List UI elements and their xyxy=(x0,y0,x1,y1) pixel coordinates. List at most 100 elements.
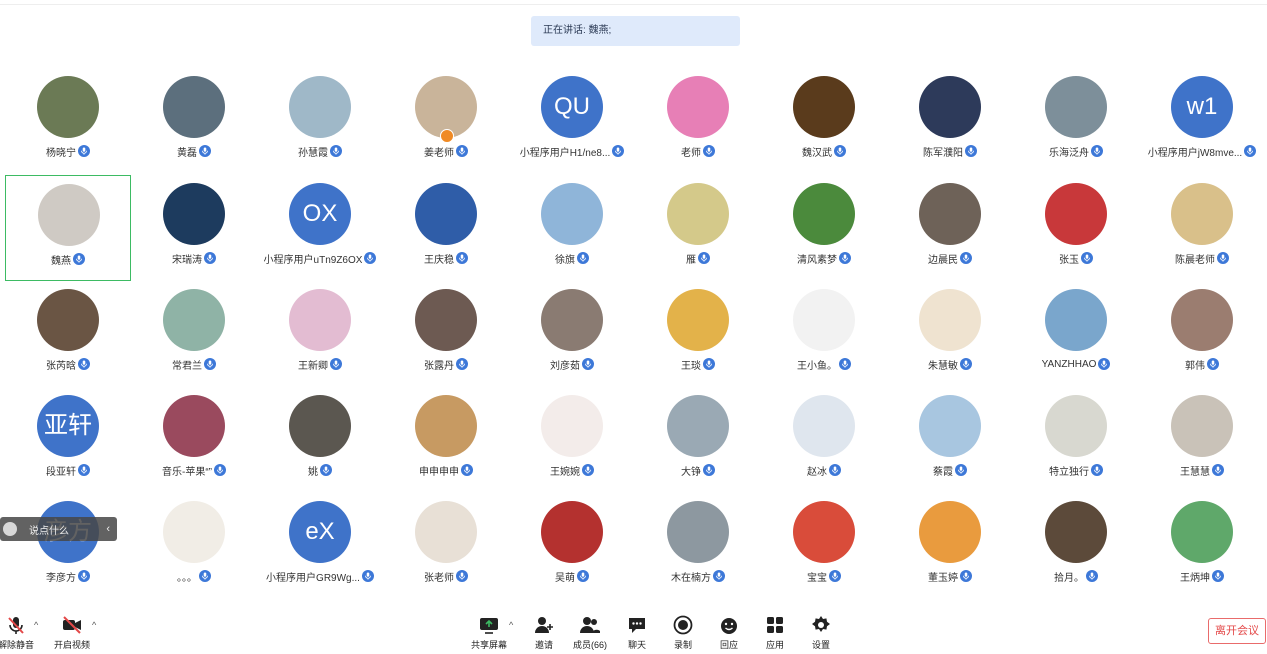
members-button[interactable]: 成员(66) xyxy=(568,614,612,654)
chevron-left-icon[interactable]: ‹ xyxy=(106,523,110,535)
participant-tile[interactable]: 王炳坤 xyxy=(1139,493,1265,599)
settings-button[interactable]: 设置 xyxy=(799,614,843,654)
unmute-button[interactable]: 解除静音 xyxy=(0,614,38,654)
mic-icon xyxy=(703,358,715,370)
participant-tile[interactable]: 宋瑞涛 xyxy=(131,175,257,281)
participant-tile[interactable]: 常君兰 xyxy=(131,281,257,387)
avatar xyxy=(919,289,981,351)
participant-name-row: 申申申申 xyxy=(383,462,509,478)
participant-tile[interactable]: 刘彦茹 xyxy=(509,281,635,387)
participant-tile[interactable]: 姚 xyxy=(257,387,383,493)
avatar xyxy=(1045,76,1107,138)
chat-button[interactable]: 聊天 xyxy=(615,614,659,654)
participant-tile[interactable]: 朱慧敏 xyxy=(887,281,1013,387)
participant-tile[interactable]: 木在楠方 xyxy=(635,493,761,599)
mic-icon xyxy=(361,570,374,582)
participant-name: 蔡霞 xyxy=(933,466,953,478)
avatar xyxy=(415,289,477,351)
participant-tile[interactable]: eX 小程序用户GR9Wg... xyxy=(257,493,383,599)
participant-tile[interactable]: 王小鱼。 xyxy=(761,281,887,387)
participant-tile[interactable]: 王慧慧 xyxy=(1139,387,1265,493)
participant-tile[interactable]: 姜老师 xyxy=(383,68,509,174)
reaction-button[interactable]: 回应 xyxy=(707,614,751,654)
avatar xyxy=(919,76,981,138)
participant-tile[interactable]: 王琰 xyxy=(635,281,761,387)
participant-tile[interactable]: 老师 xyxy=(635,68,761,174)
participant-name: 孙慧霞 xyxy=(298,147,328,159)
participant-tile[interactable]: OX 小程序用户uTn9Z6OX xyxy=(257,175,383,281)
participant-name-row: 雁 xyxy=(635,250,761,266)
mic-icon xyxy=(839,252,851,264)
participant-tile[interactable]: 宝宝 xyxy=(761,493,887,599)
participant-tile[interactable]: 大铮 xyxy=(635,387,761,493)
participant-name: 王小鱼。 xyxy=(797,360,837,372)
record-button[interactable]: 录制 xyxy=(661,614,705,654)
participant-tile[interactable]: 申申申申 xyxy=(383,387,509,493)
participant-tile[interactable]: QU 小程序用户H1/ne8... xyxy=(509,68,635,174)
start-video-button[interactable]: 开启视频 xyxy=(50,614,94,654)
participant-tile[interactable]: w1 小程序用户jW8mve... xyxy=(1139,68,1265,174)
participant-tile[interactable]: 张玉 xyxy=(1013,175,1139,281)
participant-tile[interactable]: 拾月。 xyxy=(1013,493,1139,599)
participant-name: 陈晨老师 xyxy=(1175,254,1215,266)
participant-tile[interactable]: 魏燕 xyxy=(5,175,131,281)
invite-button[interactable]: 邀请 xyxy=(522,614,566,654)
apps-button[interactable]: 应用 xyxy=(753,614,797,654)
participant-tile[interactable]: 蔡霞 xyxy=(887,387,1013,493)
participant-name-row: 张露丹 xyxy=(383,356,509,372)
avatar: 亚轩 xyxy=(37,395,99,457)
mic-icon xyxy=(703,145,715,157)
participant-tile[interactable]: 亚轩 段亚轩 xyxy=(5,387,131,493)
participant-tile[interactable]: 陈军濮阳 xyxy=(887,68,1013,174)
participant-tile[interactable]: 彦方李彦方 xyxy=(5,493,131,599)
participant-name: 姚 xyxy=(308,466,318,478)
avatar xyxy=(919,501,981,563)
audio-options-caret-icon[interactable]: ^ xyxy=(34,620,38,630)
video-options-caret-icon[interactable]: ^ xyxy=(92,620,96,630)
participant-tile[interactable]: 徐旗 xyxy=(509,175,635,281)
participant-name: 陈军濮阳 xyxy=(923,147,963,159)
mic-icon xyxy=(1091,464,1103,476)
participant-tile[interactable]: 郭伟 xyxy=(1139,281,1265,387)
participant-name-row: 音乐-苹果“” xyxy=(131,462,257,478)
participant-tile[interactable]: 杨晓宁 xyxy=(5,68,131,174)
participant-tile[interactable]: 清风素梦 xyxy=(761,175,887,281)
mic-icon xyxy=(703,464,715,476)
leave-meeting-button[interactable]: 离开会议 xyxy=(1208,618,1266,644)
participant-tile[interactable]: 张露丹 xyxy=(383,281,509,387)
participant-tile[interactable]: 张老师 xyxy=(383,493,509,599)
avatar: w1 xyxy=(1171,76,1233,138)
participant-tile[interactable]: 王婉婉 xyxy=(509,387,635,493)
participant-name-row: 王琰 xyxy=(635,356,761,372)
participant-tile[interactable]: 赵冰 xyxy=(761,387,887,493)
mic-icon xyxy=(582,358,594,370)
mic-icon xyxy=(612,145,625,157)
participant-tile[interactable]: 孙慧霞 xyxy=(257,68,383,174)
participant-tile[interactable]: 乐海泛舟 xyxy=(1013,68,1139,174)
participant-name: 宋瑞涛 xyxy=(172,254,202,266)
participant-tile[interactable]: 边晨民 xyxy=(887,175,1013,281)
mic-icon xyxy=(73,253,85,265)
participant-tile[interactable]: 张芮晗 xyxy=(5,281,131,387)
participant-tile[interactable]: 董玉婷 xyxy=(887,493,1013,599)
participant-tile[interactable]: 。。。 xyxy=(131,493,257,599)
participant-tile[interactable]: 吴萌 xyxy=(509,493,635,599)
participant-tile[interactable]: YANZHHAO xyxy=(1013,281,1139,387)
participant-tile[interactable]: 黄磊 xyxy=(131,68,257,174)
avatar xyxy=(163,289,225,351)
participant-tile[interactable]: 雁 xyxy=(635,175,761,281)
avatar xyxy=(1045,183,1107,245)
share-screen-button[interactable]: 共享屏幕 xyxy=(467,614,511,654)
participant-tile[interactable]: 王庆稳 xyxy=(383,175,509,281)
participant-name: 刘彦茹 xyxy=(550,360,580,372)
share-options-caret-icon[interactable]: ^ xyxy=(509,620,513,630)
participant-name-row: 清风素梦 xyxy=(761,250,887,266)
participant-tile[interactable]: 魏汉武 xyxy=(761,68,887,174)
mic-icon xyxy=(1091,145,1103,157)
participant-tile[interactable]: 音乐-苹果“” xyxy=(131,387,257,493)
comment-chip[interactable]: 说点什么 ‹ xyxy=(0,517,117,541)
participant-tile[interactable]: 陈晨老师 xyxy=(1139,175,1265,281)
participant-tile[interactable]: 王新卿 xyxy=(257,281,383,387)
participant-tile[interactable]: 特立独行 xyxy=(1013,387,1139,493)
avatar xyxy=(37,76,99,138)
